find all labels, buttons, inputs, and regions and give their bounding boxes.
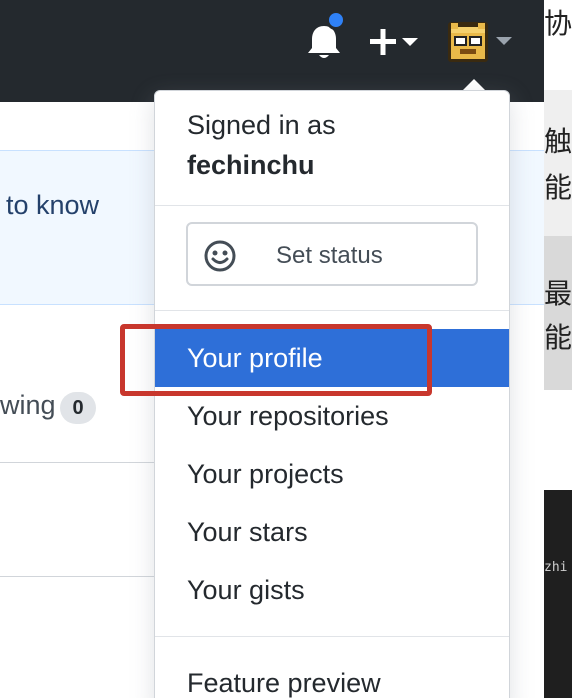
set-status-button[interactable]: Set status [186, 222, 478, 286]
notification-indicator [326, 10, 346, 30]
side-char: 触 [544, 125, 572, 158]
avatar-button[interactable] [446, 20, 516, 64]
menu-item-your-gists[interactable]: Your gists [155, 561, 509, 619]
signed-in-label: Signed in as [187, 110, 336, 140]
smiley-icon [204, 240, 236, 272]
menu-item-your-projects[interactable]: Your projects [155, 445, 509, 503]
menu-item-your-stars[interactable]: Your stars [155, 503, 509, 561]
banner-link[interactable]: to know [6, 190, 99, 221]
menu-divider [155, 205, 509, 206]
divider [0, 576, 160, 577]
username: fechinchu [187, 150, 315, 180]
side-char: 能 [544, 171, 572, 204]
terminal-text: zhi [544, 560, 568, 575]
side-char: 能 [544, 321, 572, 354]
side-char: 最 [544, 277, 572, 310]
divider [0, 462, 160, 463]
menu-divider [155, 310, 509, 311]
annotation-highlight-box [120, 324, 432, 396]
following-count-badge: 0 [60, 392, 96, 424]
set-status-label: Set status [276, 242, 383, 269]
menu-divider [155, 636, 509, 637]
background-window: 协 触 能 最 能 zhi [544, 0, 572, 698]
following-label[interactable]: wing [0, 390, 56, 421]
side-char: 协 [544, 7, 572, 40]
menu-item-feature-preview[interactable]: Feature preview [155, 654, 509, 698]
create-new-button[interactable] [366, 22, 424, 62]
